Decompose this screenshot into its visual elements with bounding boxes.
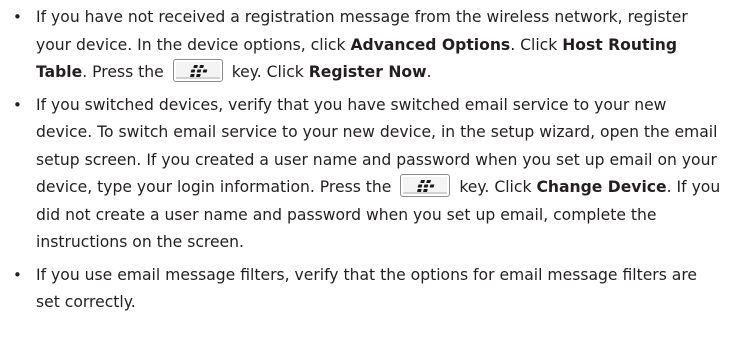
- blackberry-menu-key: [172, 59, 223, 82]
- change-device-label: Change Device: [536, 178, 667, 196]
- bullet-glyph: •: [13, 265, 22, 284]
- troubleshooting-list: • If you have not received a registratio…: [10, 4, 721, 317]
- item-text: If you use email message filters, verify…: [36, 265, 698, 312]
- item-text: . Click: [510, 35, 563, 54]
- blackberry-key-icon: [417, 179, 435, 192]
- list-item-switch-devices: • If you switched devices, verify that y…: [10, 92, 721, 257]
- list-item-register-device: • If you have not received a registratio…: [10, 4, 721, 87]
- bullet-glyph: •: [13, 8, 22, 26]
- register-now-label: Register Now: [308, 63, 427, 81]
- advanced-options-label: Advanced Options: [350, 35, 511, 54]
- item-text: .: [426, 63, 432, 81]
- list-item-email-filters: • If you use email message filters, veri…: [10, 262, 721, 317]
- bullet-glyph: •: [13, 95, 22, 114]
- item-text: key. Click: [459, 178, 537, 196]
- item-text: . Press the: [82, 63, 164, 81]
- document: • If you have not received a registratio…: [0, 0, 731, 317]
- item-text: key. Click: [231, 63, 309, 81]
- blackberry-menu-key: [400, 174, 451, 197]
- blackberry-key-icon: [189, 64, 207, 77]
